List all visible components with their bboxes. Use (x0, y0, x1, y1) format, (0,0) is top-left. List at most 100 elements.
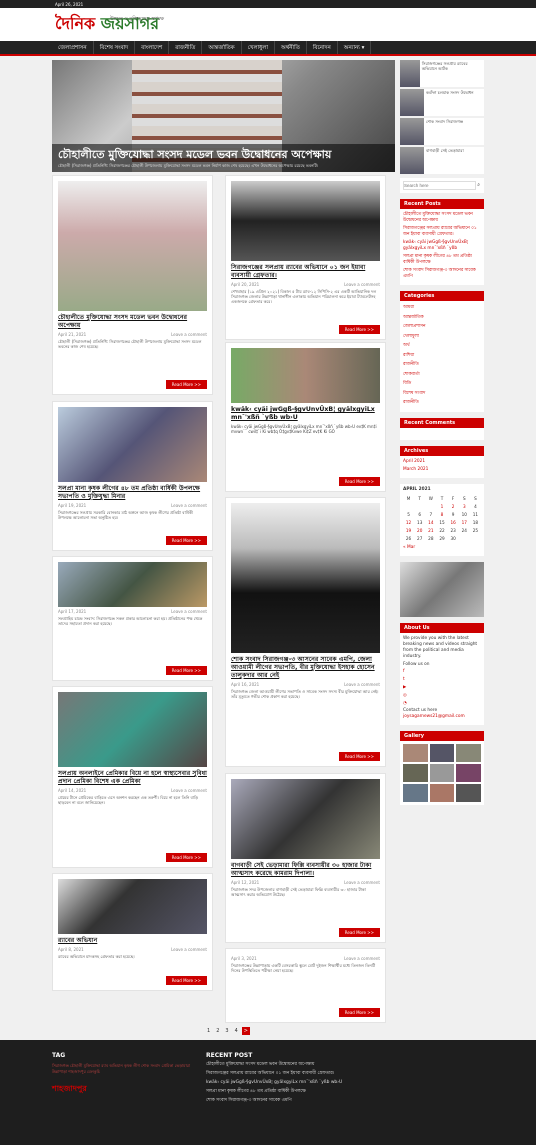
category-link[interactable]: রাশিয়া (403, 352, 481, 360)
category-link[interactable]: রাজনীতি (403, 361, 481, 369)
read-more-button[interactable]: Read More >> (165, 853, 207, 862)
recent-post-link[interactable]: শোক সংবাদ সিরাজগঞ্জ-৩ আসনের সাবেক এমপি (403, 268, 481, 280)
category-link[interactable]: আমরা (403, 304, 481, 312)
post-comment-link[interactable]: Leave a comment (171, 503, 207, 508)
cal-date[interactable]: 1 (436, 503, 447, 511)
thumb-item[interactable]: শোক সংবাদ সিরাজগঞ্জ (400, 118, 484, 145)
gallery-thumb[interactable] (429, 763, 455, 782)
read-more-button[interactable]: Read More >> (165, 666, 207, 675)
gallery-thumb[interactable] (429, 743, 455, 762)
post-comment-link[interactable]: Leave a comment (344, 682, 380, 687)
cal-date[interactable]: 3 (459, 503, 470, 511)
gallery-thumb[interactable] (456, 743, 481, 762)
ad-image[interactable] (400, 561, 484, 617)
page-link[interactable]: 1 (205, 1027, 212, 1035)
read-more-button[interactable]: Read More >> (338, 928, 380, 937)
recent-post-link[interactable]: চৌহালীতে মুক্তিযোদ্ধা সংসদ মডেল ভবন উদ্ব… (403, 212, 481, 224)
read-more-button[interactable]: Read More >> (165, 976, 207, 985)
archive-link[interactable]: April 2021 (403, 459, 481, 465)
read-more-button[interactable]: Read More >> (165, 536, 207, 545)
facebook-icon[interactable]: f (403, 668, 481, 676)
read-more-button[interactable]: Read More >> (165, 380, 207, 389)
read-more-button[interactable]: Read More >> (338, 325, 380, 334)
gallery-thumb[interactable] (429, 783, 455, 802)
category-link[interactable]: আন্তর্জাতিক (403, 314, 481, 322)
cal-date[interactable]: 17 (459, 519, 470, 527)
archive-link[interactable]: March 2021 (403, 467, 481, 473)
nav-item[interactable]: আন্তর্জাতিক (202, 41, 242, 54)
page-link[interactable]: 2 (214, 1027, 221, 1035)
footer-post-link[interactable]: শোক সংবাদ সিরাজগঞ্জ-৩ আসনের সাবেক এমপি (206, 1098, 406, 1104)
category-link[interactable]: বিডি (403, 380, 481, 388)
post-image[interactable] (231, 779, 380, 859)
post-image[interactable] (58, 181, 207, 311)
read-more-button[interactable]: Read More >> (338, 752, 380, 761)
page-link[interactable]: 4 (233, 1027, 240, 1035)
youtube-icon[interactable]: ▶ (403, 684, 481, 692)
post-title[interactable]: kwäk‹ cyäi jwGgß-§gvUnvÛxB¦ gyälxgyiLx m… (231, 406, 380, 422)
nav-item[interactable]: বাংলাদেশ (135, 41, 170, 54)
post-image[interactable] (58, 879, 207, 934)
nav-item[interactable]: বিশেষ সংবাদ (94, 41, 136, 54)
post-comment-link[interactable]: Leave a comment (344, 282, 380, 287)
search-icon[interactable]: ⌕ (476, 181, 481, 190)
nav-item[interactable]: জেলাপ্রশাসন (52, 41, 94, 54)
post-comment-link[interactable]: Leave a comment (171, 788, 207, 793)
category-link[interactable]: শোকবার্তা (403, 371, 481, 379)
thumb-item[interactable]: সিরাজগঞ্জের সলপ্রায় র‍্যাবের অভিযানে আট… (400, 60, 484, 87)
cal-date[interactable]: 8 (436, 511, 447, 519)
nav-item[interactable]: বিনোদন (307, 41, 338, 54)
cal-date[interactable]: 16 (448, 519, 459, 527)
footer-post-link[interactable]: সিরাজগঞ্জের সলপ্রায় র‍্যাবের অভিযানে ০১… (206, 1071, 406, 1077)
nav-item[interactable]: অর্থনীতি (275, 41, 307, 54)
cal-date[interactable]: 21 (425, 527, 436, 535)
post-image[interactable] (231, 181, 380, 261)
cal-date[interactable]: 12 (403, 519, 414, 527)
post-title[interactable]: চৌহালীতে মুক্তিযোদ্ধা সংসদ মডেল ভবন উদ্ব… (58, 314, 207, 330)
footer-post-link[interactable]: সলপ্রা মানা কৃষক লীগের ৪৮ তম প্রতিষ্ঠা ব… (206, 1089, 406, 1095)
cal-date[interactable]: 2 (448, 503, 459, 511)
next-page-button[interactable]: > (241, 1027, 250, 1035)
post-image[interactable] (58, 407, 207, 482)
post-comment-link[interactable]: Leave a comment (344, 956, 380, 961)
post-image[interactable] (231, 348, 380, 403)
thumb-item[interactable]: বাগবাড়ী সেই ভেড়ামারা (400, 147, 484, 174)
gallery-thumb[interactable] (456, 783, 481, 802)
post-title[interactable]: বাগবাড়ী সেই ভেড়ামারা ফিল্লি ব্যবসায়ীর… (231, 862, 380, 878)
gallery-thumb[interactable] (456, 763, 481, 782)
rss-icon[interactable]: ◔ (403, 700, 481, 708)
cal-date[interactable]: 14 (425, 519, 436, 527)
page-link[interactable]: 3 (223, 1027, 230, 1035)
recent-post-link[interactable]: সিরাজগঞ্জের সলপ্রায় র‍্যাবের অভিযানে ০১… (403, 226, 481, 238)
thumb-item[interactable]: কবাঁদ্গ চলমাক সংসদ উদ্বোধন (400, 89, 484, 116)
read-more-button[interactable]: Read More >> (338, 477, 380, 486)
category-link[interactable]: বিশেষ সংবাদ (403, 390, 481, 398)
recent-post-link[interactable]: সলপ্রা মানা কৃষক লীগের ৪৮ তম প্রতিষ্ঠা ব… (403, 254, 481, 266)
post-title[interactable]: সলপ্রা মানা কৃষক লীগের ৪৮ তম প্রতিষ্ঠা ব… (58, 485, 207, 501)
category-link[interactable]: জেলাপ্রশাসন (403, 323, 481, 331)
gallery-thumb[interactable] (403, 783, 428, 802)
post-title[interactable]: সিরাজগঞ্জের সলপ্রায় র‍্যাবের অভিযানে ০১… (231, 264, 380, 280)
category-link[interactable]: রাজনীতি (403, 399, 481, 407)
gallery-thumb[interactable] (403, 763, 428, 782)
email-link[interactable]: joysagarnews21@gmail.com (403, 714, 481, 720)
post-title[interactable]: সলপ্রায় অনলাইনে প্রেমিকার বিয়ে না হলে … (58, 770, 207, 786)
category-link[interactable]: অর্থ (403, 342, 481, 350)
post-title[interactable]: শোক সংবাদ সিরাজগঞ্জ-৩ আসনের সাবেক এমপি, … (231, 656, 380, 680)
recent-post-link[interactable]: kwäk‹ cyäi jwGgß-§gvUnvÛxB¦ gyälxgyiLx m… (403, 240, 481, 252)
footer-tag-cloud[interactable]: সিরাজগঞ্জ চৌহালী মুক্তিযোদ্ধা র‍্যাব অভি… (52, 1063, 192, 1075)
post-comment-link[interactable]: Leave a comment (171, 332, 207, 337)
calendar-prev-link[interactable]: « Mar (403, 545, 481, 551)
nav-item-more[interactable]: অন্যান্য ▾ (338, 41, 372, 54)
nav-item[interactable]: খেলাধুলা (242, 41, 275, 54)
post-image[interactable] (231, 503, 380, 653)
twitter-icon[interactable]: t (403, 676, 481, 684)
search-input[interactable] (403, 181, 477, 190)
footer-post-link[interactable]: চৌহালীতে মুক্তিযোদ্ধা সংসদ মডেল ভবন উদ্ব… (206, 1062, 406, 1068)
post-comment-link[interactable]: Leave a comment (171, 609, 207, 614)
post-title[interactable]: র‍্যাবের অভিযান (58, 937, 207, 945)
nav-item[interactable]: রাজনীতি (169, 41, 203, 54)
read-more-button[interactable]: Read More >> (338, 1008, 380, 1017)
category-link[interactable]: খেলাধুলা (403, 333, 481, 341)
cal-date[interactable]: 19 (403, 527, 414, 535)
